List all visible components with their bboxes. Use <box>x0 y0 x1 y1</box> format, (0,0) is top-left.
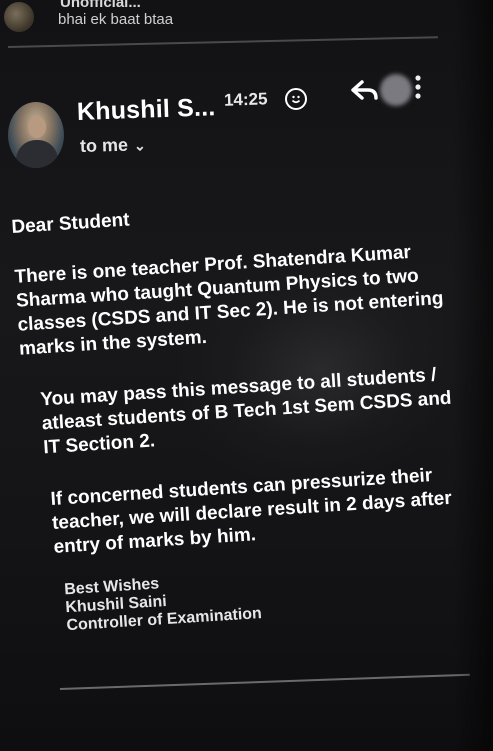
previous-message-snippet: bhai ek baat btaa <box>58 11 174 28</box>
emoji-reaction-icon[interactable] <box>285 88 307 110</box>
previous-message-preview[interactable]: Unofficial... bhai ek baat btaa <box>0 0 493 40</box>
divider <box>59 673 470 690</box>
avatar-suit <box>16 140 58 168</box>
kebab-icon <box>415 75 421 99</box>
email-signature: Best Wishes Khushil Saini Controller of … <box>64 556 477 636</box>
reply-icon <box>351 80 378 100</box>
sender-name[interactable]: Khushil S... <box>76 93 215 127</box>
chevron-down-icon: ⌄ <box>133 137 146 154</box>
email-paragraph-2: You may pass this message to all student… <box>39 364 453 459</box>
sender-avatar[interactable] <box>8 102 64 168</box>
smile-icon <box>291 95 301 104</box>
more-vertical-icon[interactable] <box>414 74 422 100</box>
finger-blur <box>380 74 412 106</box>
message-time: 14:25 <box>223 89 268 110</box>
previous-sender-avatar <box>4 2 34 32</box>
recipient-toggle[interactable]: to me ⌄ <box>80 134 146 157</box>
email-paragraph-1: There is one teacher Prof. Shatendra Kum… <box>13 241 445 360</box>
reply-arrow-icon[interactable] <box>350 78 380 111</box>
avatar-face <box>28 116 46 138</box>
email-paragraph-3: If concerned students can pressurize the… <box>49 465 453 558</box>
email-screen: Unofficial... bhai ek baat btaa Khushil … <box>0 0 493 751</box>
email-body: Dear Student There is one teacher Prof. … <box>10 176 476 637</box>
previous-sender-name: Unofficial... <box>60 0 141 11</box>
recipient-label: to me <box>79 134 129 156</box>
phone-edge-shadow <box>453 0 493 751</box>
email-greeting: Dear Student <box>10 209 131 238</box>
